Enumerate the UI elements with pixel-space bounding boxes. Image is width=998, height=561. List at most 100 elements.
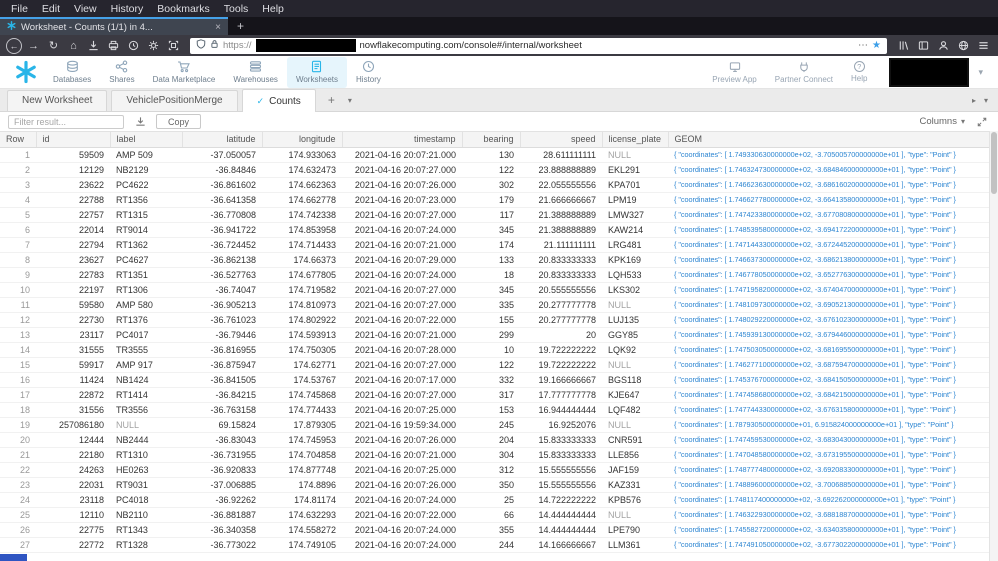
cell-longitude[interactable]: 174.745868 <box>262 387 342 403</box>
cell-id[interactable]: 22757 <box>36 207 110 223</box>
partner-connect-button[interactable]: Partner Connect <box>767 57 841 88</box>
cell-row[interactable]: 19 <box>0 417 36 433</box>
cell-latitude[interactable]: -36.340358 <box>182 522 262 538</box>
cell-timestamp[interactable]: 2021-04-16 20:07:24.000 <box>342 492 462 508</box>
help-button[interactable]: ? Help <box>843 57 875 88</box>
cell-geom[interactable]: { "coordinates": [ 1.787930500000000e+01… <box>668 417 990 433</box>
cell-longitude[interactable]: 174.877748 <box>262 462 342 478</box>
cell-timestamp[interactable]: 2021-04-16 20:07:23.000 <box>342 192 462 208</box>
cell-row[interactable]: 27 <box>0 537 36 553</box>
cell-id[interactable]: 23622 <box>36 177 110 193</box>
cell-license_plate[interactable]: LMW327 <box>602 207 668 223</box>
cell-speed[interactable]: 21.666666667 <box>520 192 602 208</box>
cell-id[interactable]: 59580 <box>36 297 110 313</box>
cell-geom[interactable]: { "coordinates": [ 1.748777480000000e+02… <box>668 462 990 478</box>
worksheet-list-caret-icon[interactable]: ▾ <box>984 96 988 105</box>
cell-speed[interactable]: 19.166666667 <box>520 372 602 388</box>
cell-latitude[interactable]: -36.92262 <box>182 492 262 508</box>
cell-id[interactable]: 22014 <box>36 222 110 238</box>
cell-speed[interactable]: 20.555555556 <box>520 282 602 298</box>
cell-timestamp[interactable]: 2021-04-16 19:59:34.000 <box>342 417 462 433</box>
cell-bearing[interactable]: 179 <box>462 192 520 208</box>
cell-bearing[interactable]: 317 <box>462 387 520 403</box>
globe-icon[interactable] <box>955 37 972 54</box>
cell-license_plate[interactable]: BGS118 <box>602 372 668 388</box>
bookmark-star-icon[interactable]: ★ <box>872 40 881 51</box>
table-row[interactable]: 3 23622 PC4622 -36.861602 174.662363 2021-04-… <box>0 177 990 193</box>
cell-longitude[interactable]: 174.558272 <box>262 522 342 538</box>
table-row[interactable]: 15 59917 AMP 917 -36.875947 174.62771 2021-04… <box>0 357 990 373</box>
cell-speed[interactable]: 20.277777778 <box>520 312 602 328</box>
cell-bearing[interactable]: 204 <box>462 432 520 448</box>
table-row[interactable]: 9 22783 RT1351 -36.527763 174.677805 2021-04-… <box>0 267 990 283</box>
nav-item-shares[interactable]: Shares <box>100 57 143 88</box>
cell-timestamp[interactable]: 2021-04-16 20:07:29.000 <box>342 252 462 268</box>
cell-bearing[interactable]: 174 <box>462 237 520 253</box>
add-worksheet-button[interactable]: + <box>320 93 343 107</box>
cell-longitude[interactable]: 174.632293 <box>262 507 342 523</box>
cell-geom[interactable]: { "coordinates": [ 1.746277100000000e+02… <box>668 357 990 373</box>
cell-label[interactable]: HE0263 <box>110 462 182 478</box>
nav-item-databases[interactable]: Databases <box>44 57 100 88</box>
vertical-scrollbar[interactable] <box>989 131 998 561</box>
page-actions-icon[interactable]: ⋯ <box>858 40 868 51</box>
cell-row[interactable]: 17 <box>0 387 36 403</box>
cell-timestamp[interactable]: 2021-04-16 20:07:25.000 <box>342 462 462 478</box>
cell-id[interactable]: 22783 <box>36 267 110 283</box>
cell-geom[interactable]: { "coordinates": [ 1.745939130000000e+02… <box>668 327 990 343</box>
column-header-label[interactable]: label <box>110 132 183 148</box>
menu-edit[interactable]: Edit <box>35 2 67 16</box>
cell-bearing[interactable]: 122 <box>462 357 520 373</box>
cell-row[interactable]: 3 <box>0 177 36 193</box>
cell-license_plate[interactable]: LPM19 <box>602 192 668 208</box>
cell-row[interactable]: 5 <box>0 207 36 223</box>
cell-license_plate[interactable]: JAF159 <box>602 462 668 478</box>
cell-geom[interactable]: { "coordinates": [ 1.747503050000000e+02… <box>668 342 990 358</box>
cell-timestamp[interactable]: 2021-04-16 20:07:27.000 <box>342 387 462 403</box>
cell-geom[interactable]: { "coordinates": [ 1.746324730000000e+02… <box>668 162 990 178</box>
cell-license_plate[interactable]: NULL <box>602 147 668 163</box>
cell-row[interactable]: 25 <box>0 507 36 523</box>
menu-file[interactable]: File <box>4 2 35 16</box>
cell-row[interactable]: 18 <box>0 402 36 418</box>
cell-bearing[interactable]: 117 <box>462 207 520 223</box>
cell-row[interactable]: 20 <box>0 432 36 448</box>
cell-bearing[interactable]: 302 <box>462 177 520 193</box>
cell-latitude[interactable]: -36.841505 <box>182 372 262 388</box>
table-row[interactable]: 21 22180 RT1310 -36.731955 174.704858 2021-04… <box>0 447 990 463</box>
cell-bearing[interactable]: 312 <box>462 462 520 478</box>
cell-license_plate[interactable]: LUJ135 <box>602 312 668 328</box>
copy-button[interactable]: Copy <box>156 114 202 129</box>
cell-latitude[interactable]: -36.724452 <box>182 237 262 253</box>
cell-row[interactable]: 26 <box>0 522 36 538</box>
cell-timestamp[interactable]: 2021-04-16 20:07:25.000 <box>342 402 462 418</box>
print-icon[interactable] <box>105 37 122 54</box>
cell-speed[interactable]: 20.277777778 <box>520 297 602 313</box>
cell-license_plate[interactable]: LPE790 <box>602 522 668 538</box>
home-button[interactable]: ⌂ <box>65 37 82 54</box>
cell-speed[interactable]: 15.555555556 <box>520 462 602 478</box>
cell-label[interactable]: NB1424 <box>110 372 182 388</box>
cell-latitude[interactable]: -36.84215 <box>182 387 262 403</box>
menu-history[interactable]: History <box>104 2 151 16</box>
cell-geom[interactable]: { "coordinates": [ 1.746627780000000e+02… <box>668 192 990 208</box>
cell-label[interactable]: RT1328 <box>110 537 182 553</box>
cell-license_plate[interactable]: KAW214 <box>602 222 668 238</box>
cell-longitude[interactable]: 174.53767 <box>262 372 342 388</box>
cell-bearing[interactable]: 350 <box>462 477 520 493</box>
cell-timestamp[interactable]: 2021-04-16 20:07:27.000 <box>342 162 462 178</box>
cell-latitude[interactable]: -36.763158 <box>182 402 262 418</box>
cell-latitude[interactable]: -36.862138 <box>182 252 262 268</box>
account-redaction-box[interactable] <box>889 57 970 87</box>
cell-latitude[interactable]: -36.816955 <box>182 342 262 358</box>
cell-label[interactable]: TR3555 <box>110 342 182 358</box>
table-row[interactable]: 24 23118 PC4018 -36.92262 174.81174 2021-04-1… <box>0 492 990 508</box>
cell-timestamp[interactable]: 2021-04-16 20:07:17.000 <box>342 372 462 388</box>
cell-geom[interactable]: { "coordinates": [ 1.745582720000000e+02… <box>668 522 990 538</box>
table-row[interactable]: 23 22031 RT9031 -37.006885 174.8896 2021-04-1… <box>0 477 990 493</box>
cell-longitude[interactable]: 174.662778 <box>262 192 342 208</box>
cell-longitude[interactable]: 174.745953 <box>262 432 342 448</box>
column-header-speed[interactable]: speed <box>520 132 603 148</box>
cell-row[interactable]: 24 <box>0 492 36 508</box>
cell-license_plate[interactable]: LQH533 <box>602 267 668 283</box>
